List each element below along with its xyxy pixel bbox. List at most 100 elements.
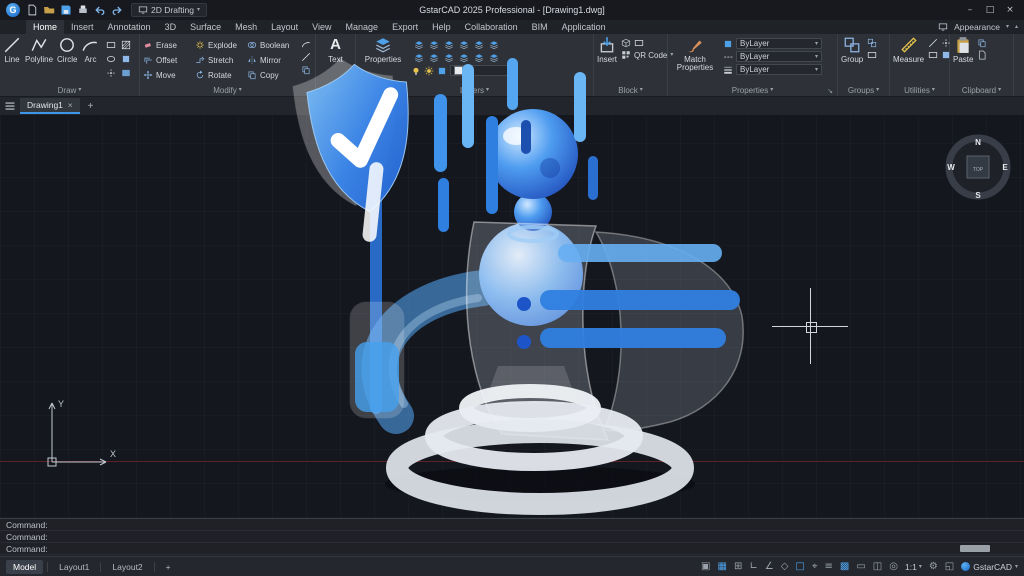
layer-properties-button[interactable]: Properties (359, 36, 407, 64)
hatch-tool-icon[interactable] (121, 40, 131, 50)
clean-screen-icon[interactable]: ◱ (945, 562, 954, 572)
layer-on-icon[interactable] (411, 66, 421, 76)
utilities-panel-label[interactable]: Utilities ▾ (893, 84, 946, 96)
properties-panel-label[interactable]: Properties ▾ ↘ (671, 84, 834, 96)
tab-application[interactable]: Application (555, 20, 613, 34)
tab-view[interactable]: View (305, 20, 338, 34)
paste-button[interactable]: Paste (953, 36, 973, 64)
polyline-tool[interactable]: Polyline (25, 36, 53, 64)
layer-prev-icon[interactable] (414, 53, 424, 63)
gstarcad-brand[interactable]: GstarCAD ▾ (961, 562, 1018, 572)
file-tabs-menu-icon[interactable] (4, 100, 16, 112)
copy-clip-icon[interactable] (977, 38, 987, 48)
distance-icon[interactable] (928, 38, 938, 48)
tab-collaboration[interactable]: Collaboration (458, 20, 525, 34)
command-input-line[interactable]: Command: (0, 543, 1024, 555)
insert-block-button[interactable]: Insert (597, 36, 617, 64)
ribbon-collapse-icon[interactable]: ▴ (1015, 24, 1018, 30)
array-tool-icon[interactable] (301, 65, 311, 75)
text-panel-label[interactable]: Text ▾ (319, 84, 352, 96)
tab-3d[interactable]: 3D (158, 20, 184, 34)
clipboard-panel-label[interactable]: Clipboard ▾ (953, 84, 1010, 96)
workspace-switcher[interactable]: 2D Drafting ▾ (131, 3, 207, 17)
object-snap-icon[interactable]: □ (795, 562, 804, 572)
layer-color-icon[interactable] (437, 66, 447, 76)
trim-tool-icon[interactable] (301, 52, 311, 62)
tab-home[interactable]: Home (26, 20, 64, 34)
offset-tool[interactable]: Offset (143, 53, 193, 67)
linetype-icon[interactable] (723, 52, 733, 62)
quick-select-icon[interactable] (928, 50, 938, 60)
new-file-icon[interactable] (26, 4, 38, 16)
dialog-launcher-icon[interactable]: ↘ (827, 87, 833, 95)
snap-mode-icon[interactable]: ⊞ (734, 562, 742, 572)
group-edit-icon[interactable] (867, 50, 877, 60)
tab-annotation[interactable]: Annotation (101, 20, 158, 34)
selection-cycling-icon[interactable]: ◫ (873, 562, 882, 572)
point-tool-icon[interactable] (106, 68, 116, 78)
region-tool-icon[interactable] (121, 54, 131, 64)
circle-tool[interactable]: Circle (57, 36, 77, 64)
maximize-button[interactable]: □ (980, 2, 1000, 18)
layer-isolate-icon[interactable] (429, 40, 439, 50)
create-block-icon[interactable] (621, 38, 631, 48)
annotation-monitor-icon[interactable]: ◎ (889, 562, 898, 572)
fillet-tool-icon[interactable] (301, 39, 311, 49)
match-properties-button[interactable]: Match Properties (671, 36, 719, 73)
explode-tool[interactable]: Explode (195, 38, 245, 52)
object-snap-tracking-icon[interactable]: ⌖ (812, 562, 818, 572)
lineweight-select[interactable]: ByLayer ▾ (736, 64, 822, 75)
line-tool[interactable]: Line (3, 36, 21, 64)
tab-help[interactable]: Help (425, 20, 458, 34)
model-tab[interactable]: Model (6, 560, 43, 574)
tab-bim[interactable]: BIM (525, 20, 555, 34)
groups-panel-label[interactable]: Groups ▾ (841, 84, 886, 96)
add-layout-button[interactable]: + (159, 560, 178, 574)
boolean-tool[interactable]: Boolean (247, 38, 297, 52)
lineweight-icon[interactable] (723, 65, 733, 75)
undo-icon[interactable] (94, 4, 106, 16)
layout2-tab[interactable]: Layout2 (105, 560, 149, 574)
lineweight-display-icon[interactable]: ≡ (825, 562, 833, 572)
ortho-mode-icon[interactable]: ∟ (749, 562, 757, 572)
tab-layout[interactable]: Layout (264, 20, 305, 34)
view-compass[interactable]: TOP N W E S (943, 132, 1013, 202)
layer-off-icon[interactable] (444, 40, 454, 50)
layer-thaw-sun-icon[interactable] (424, 66, 434, 76)
object-color-icon[interactable] (723, 39, 733, 49)
ungroup-icon[interactable] (867, 38, 877, 48)
minimize-button[interactable]: – (960, 2, 980, 18)
arc-tool[interactable]: Arc (81, 36, 99, 64)
annotation-scale[interactable]: 1:1 ▾ (905, 562, 922, 572)
tab-export[interactable]: Export (385, 20, 425, 34)
layer-merge-icon[interactable] (444, 53, 454, 63)
tab-manage[interactable]: Manage (339, 20, 386, 34)
measure-button[interactable]: Measure (893, 36, 924, 64)
layer-walk-icon[interactable] (429, 53, 439, 63)
layout1-tab[interactable]: Layout1 (52, 560, 96, 574)
rotate-tool[interactable]: Rotate (195, 68, 245, 82)
tab-surface[interactable]: Surface (183, 20, 228, 34)
layer-lock-icon[interactable] (474, 40, 484, 50)
layer-state-icon[interactable] (414, 40, 424, 50)
text-tool[interactable]: A Text (328, 36, 343, 64)
draw-panel-label[interactable]: Draw ▾ (3, 84, 136, 96)
group-button[interactable]: Group (841, 36, 863, 64)
print-icon[interactable] (77, 4, 89, 16)
linetype-select[interactable]: ByLayer ▾ (736, 51, 822, 62)
layer-freeze-icon[interactable] (459, 40, 469, 50)
block-panel-label[interactable]: Block ▾ (597, 84, 664, 96)
qr-code-tool[interactable]: QR Code ▾ (621, 50, 673, 60)
layers-panel-label[interactable]: Layers ▾ (359, 84, 590, 96)
stretch-tool[interactable]: Stretch (195, 53, 245, 67)
close-tab-icon[interactable]: × (68, 101, 73, 110)
transparency-icon[interactable]: ▩ (840, 562, 849, 572)
close-button[interactable]: × (1000, 2, 1020, 18)
layer-delete-icon[interactable] (459, 53, 469, 63)
new-drawing-tab-button[interactable]: + (84, 101, 98, 112)
edit-block-icon[interactable] (634, 38, 644, 48)
layer-unlock-icon[interactable] (489, 53, 499, 63)
erase-tool[interactable]: Erase (143, 38, 193, 52)
ellipse-tool-icon[interactable] (106, 54, 116, 64)
isometric-drafting-icon[interactable]: ◇ (781, 562, 789, 572)
